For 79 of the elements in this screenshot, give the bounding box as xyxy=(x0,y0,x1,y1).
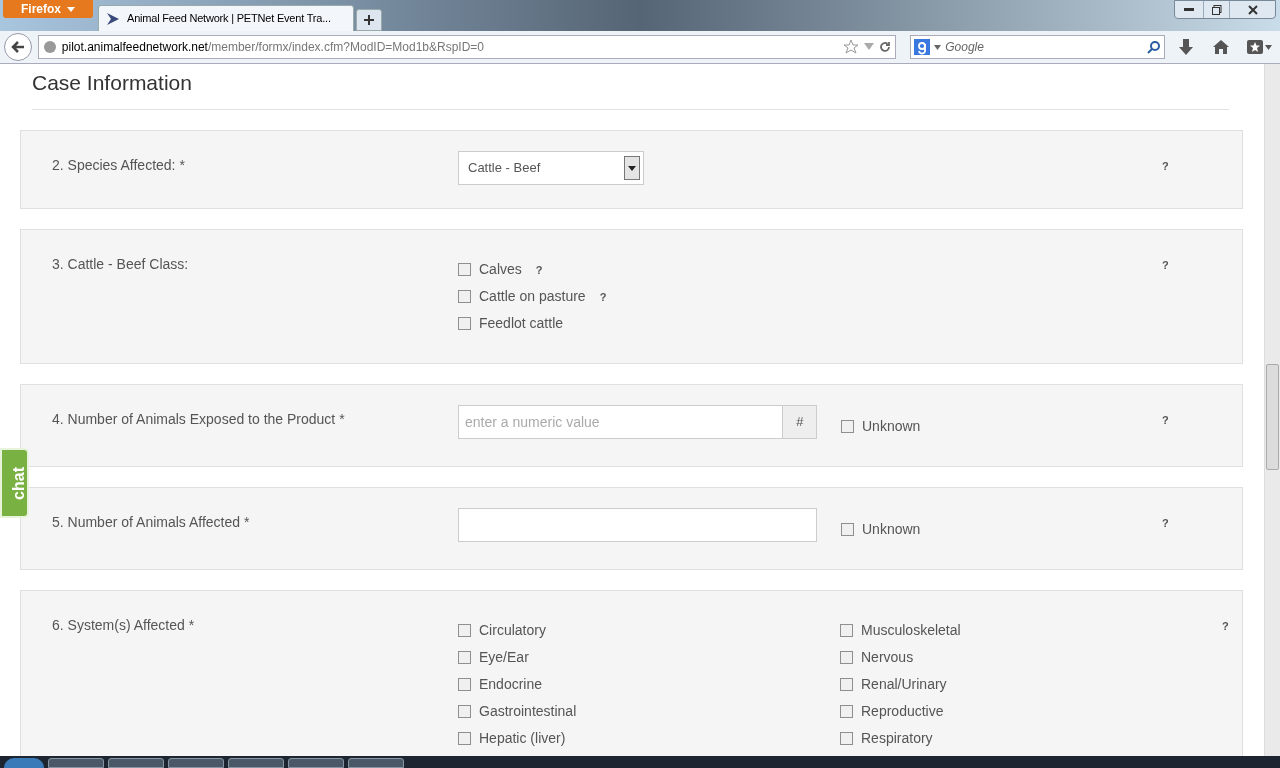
scrollbar-thumb[interactable] xyxy=(1266,364,1279,470)
checkbox[interactable] xyxy=(458,731,471,745)
question-label: 6. System(s) Affected * xyxy=(51,615,196,635)
taskbar-button[interactable] xyxy=(168,758,224,768)
option-label: Endocrine xyxy=(479,674,543,694)
option-label: Nervous xyxy=(861,647,914,667)
help-link[interactable]: ? xyxy=(1222,619,1229,632)
google-logo-icon xyxy=(914,39,931,55)
down-arrow-icon xyxy=(1178,39,1193,55)
taskbar-button[interactable] xyxy=(288,758,344,768)
help-link[interactable]: ? xyxy=(1162,516,1169,529)
start-button[interactable] xyxy=(4,758,44,768)
checkbox[interactable] xyxy=(840,731,853,745)
help-link[interactable]: ? xyxy=(535,264,543,276)
help-link[interactable]: ? xyxy=(599,291,607,303)
checkbox[interactable] xyxy=(840,677,853,691)
question-label: 2. Species Affected: * xyxy=(51,155,186,175)
close-icon xyxy=(1247,4,1258,15)
reload-icon xyxy=(879,41,892,53)
plus-icon xyxy=(363,14,375,26)
checkbox[interactable] xyxy=(458,623,471,637)
taskbar-button[interactable] xyxy=(228,758,284,768)
option-label: Respiratory xyxy=(861,728,933,748)
option-label: Eye/Ear xyxy=(479,647,529,667)
species-select[interactable]: Cattle - Beef xyxy=(458,150,644,185)
home-icon xyxy=(1213,40,1230,54)
help-link[interactable]: ? xyxy=(1162,258,1169,271)
minimize-icon xyxy=(1184,7,1194,12)
taskbar-button[interactable] xyxy=(48,758,104,768)
back-button[interactable] xyxy=(4,33,32,61)
section-heading: Case Information xyxy=(32,64,1229,110)
back-arrow-icon xyxy=(10,41,25,53)
dropdown-triangle-icon xyxy=(1264,44,1272,50)
help-link[interactable]: ? xyxy=(1162,159,1169,172)
checkbox[interactable] xyxy=(840,704,853,718)
checkbox[interactable] xyxy=(840,650,853,664)
checkbox[interactable] xyxy=(458,677,471,691)
search-icon xyxy=(1146,40,1161,54)
option-label: Cattle on pasture xyxy=(479,286,586,306)
text-input[interactable] xyxy=(458,508,817,542)
checkbox[interactable] xyxy=(458,289,471,303)
option-label: Unknown xyxy=(862,519,921,539)
question-label: 4. Number of Animals Exposed to the Product * xyxy=(51,409,346,429)
checkbox[interactable] xyxy=(458,316,471,330)
option-label: Musculoskeletal xyxy=(861,620,961,640)
help-link[interactable]: ? xyxy=(1162,413,1169,426)
checkbox[interactable] xyxy=(458,650,471,664)
new-tab-button[interactable] xyxy=(356,9,382,31)
search-bar[interactable]: Google xyxy=(910,35,1165,59)
option-label: Hepatic (liver) xyxy=(479,728,566,748)
question-label: 5. Number of Animals Affected * xyxy=(51,512,251,532)
checkbox[interactable] xyxy=(840,623,853,637)
checkbox[interactable] xyxy=(458,262,471,276)
input-addon: # xyxy=(783,405,817,439)
url-bar[interactable]: pilot.animalfeednetwork.net/member/formx/index.cfm?ModID=Mod1b&RspID=0 xyxy=(37,35,897,59)
option-label: Gastrointestinal xyxy=(479,701,577,721)
site-logo-icon xyxy=(105,10,121,27)
dropdown-triangle-icon xyxy=(67,6,75,12)
restore-icon xyxy=(1211,4,1222,15)
option-label: Calves xyxy=(479,259,522,279)
number-input[interactable]: enter a numeric value xyxy=(458,405,783,439)
question-label: 3. Cattle - Beef Class: xyxy=(51,254,190,274)
dropdown-triangle-icon xyxy=(934,44,942,50)
bookmark-star-icon xyxy=(1246,40,1263,54)
globe-icon xyxy=(42,40,57,54)
option-label: Feedlot cattle xyxy=(479,313,564,333)
dropdown-triangle-icon xyxy=(864,43,875,51)
option-label: Unknown xyxy=(862,416,921,436)
checkbox[interactable] xyxy=(841,419,854,433)
star-icon xyxy=(843,39,860,55)
checkbox[interactable] xyxy=(458,704,471,718)
url-text: pilot.animalfeednetwork.net/member/formx/index.cfm?ModID=Mod1b&RspID=0 xyxy=(61,39,485,56)
option-label: Circulatory xyxy=(479,620,546,640)
option-label: Reproductive xyxy=(861,701,944,721)
option-label: Renal/Urinary xyxy=(861,674,947,694)
taskbar-button[interactable] xyxy=(348,758,404,768)
browser-tab[interactable]: Animal Feed Network | PETNet Event Tra... xyxy=(98,5,354,31)
taskbar-button[interactable] xyxy=(108,758,164,768)
checkbox[interactable] xyxy=(841,522,854,536)
